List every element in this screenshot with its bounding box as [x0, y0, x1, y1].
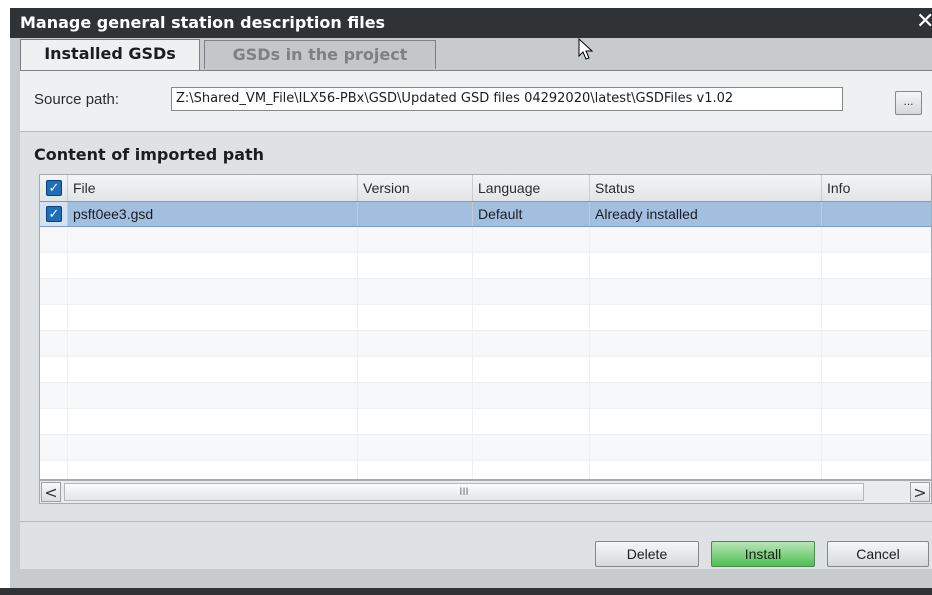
- empty-row: [40, 461, 931, 479]
- browse-button[interactable]: ...: [895, 91, 922, 115]
- table-row[interactable]: ✓ psft0ee3.gsd Default Already installed: [40, 201, 931, 227]
- horizontal-scrollbar[interactable]: < III >: [39, 480, 932, 504]
- header-check-cell[interactable]: ✓: [40, 175, 68, 201]
- cell-version: [358, 202, 473, 226]
- mouse-cursor-icon: [578, 38, 594, 60]
- empty-row: [40, 305, 931, 331]
- empty-row: [40, 279, 931, 305]
- table-header: ✓ File Version Language Status Info: [40, 175, 931, 202]
- scroll-left-icon[interactable]: <: [41, 482, 61, 502]
- footer-divider: [20, 521, 932, 522]
- scroll-right-icon[interactable]: >: [910, 482, 930, 502]
- source-path-row: Source path: Z:\Shared_VM_File\ILX56-PBx…: [20, 71, 932, 132]
- dialog-title: Manage general station description files: [20, 13, 386, 32]
- row-check-cell[interactable]: ✓: [40, 202, 68, 226]
- column-header-status[interactable]: Status: [590, 175, 822, 201]
- title-bar[interactable]: Manage general station description files…: [10, 8, 932, 38]
- gsd-table: ✓ File Version Language Status Info ✓ ps…: [39, 174, 932, 480]
- delete-button[interactable]: Delete: [595, 541, 699, 567]
- checkbox-icon[interactable]: ✓: [46, 206, 62, 222]
- column-header-info[interactable]: Info: [822, 175, 931, 201]
- cell-status: Already installed: [590, 202, 822, 226]
- gsd-dialog: Manage general station description files…: [10, 8, 932, 588]
- source-path-input[interactable]: Z:\Shared_VM_File\ILX56-PBx\GSD\Updated …: [171, 87, 843, 111]
- cell-file: psft0ee3.gsd: [68, 202, 358, 226]
- tab-panel: Source path: Z:\Shared_VM_File\ILX56-PBx…: [20, 70, 932, 569]
- empty-row: [40, 253, 931, 279]
- empty-row: [40, 383, 931, 409]
- install-button[interactable]: Install: [711, 541, 815, 567]
- column-header-version[interactable]: Version: [358, 175, 473, 201]
- empty-row: [40, 331, 931, 357]
- tab-gsds-in-project[interactable]: GSDs in the project: [204, 40, 436, 69]
- checkbox-icon[interactable]: ✓: [46, 180, 62, 196]
- empty-row: [40, 357, 931, 383]
- scroll-thumb[interactable]: III: [64, 483, 864, 501]
- content-header: Content of imported path: [34, 145, 265, 164]
- column-header-file[interactable]: File: [68, 175, 358, 201]
- empty-row: [40, 435, 931, 461]
- cancel-button[interactable]: Cancel: [827, 541, 929, 567]
- empty-row: [40, 409, 931, 435]
- cell-language: Default: [473, 202, 590, 226]
- window-bottom-edge: [0, 588, 932, 595]
- column-header-language[interactable]: Language: [473, 175, 590, 201]
- empty-row: [40, 227, 931, 253]
- cell-info: [822, 202, 931, 226]
- source-path-label: Source path:: [34, 91, 120, 108]
- tab-installed-gsds[interactable]: Installed GSDs: [20, 39, 200, 70]
- close-icon[interactable]: ✕: [916, 10, 932, 34]
